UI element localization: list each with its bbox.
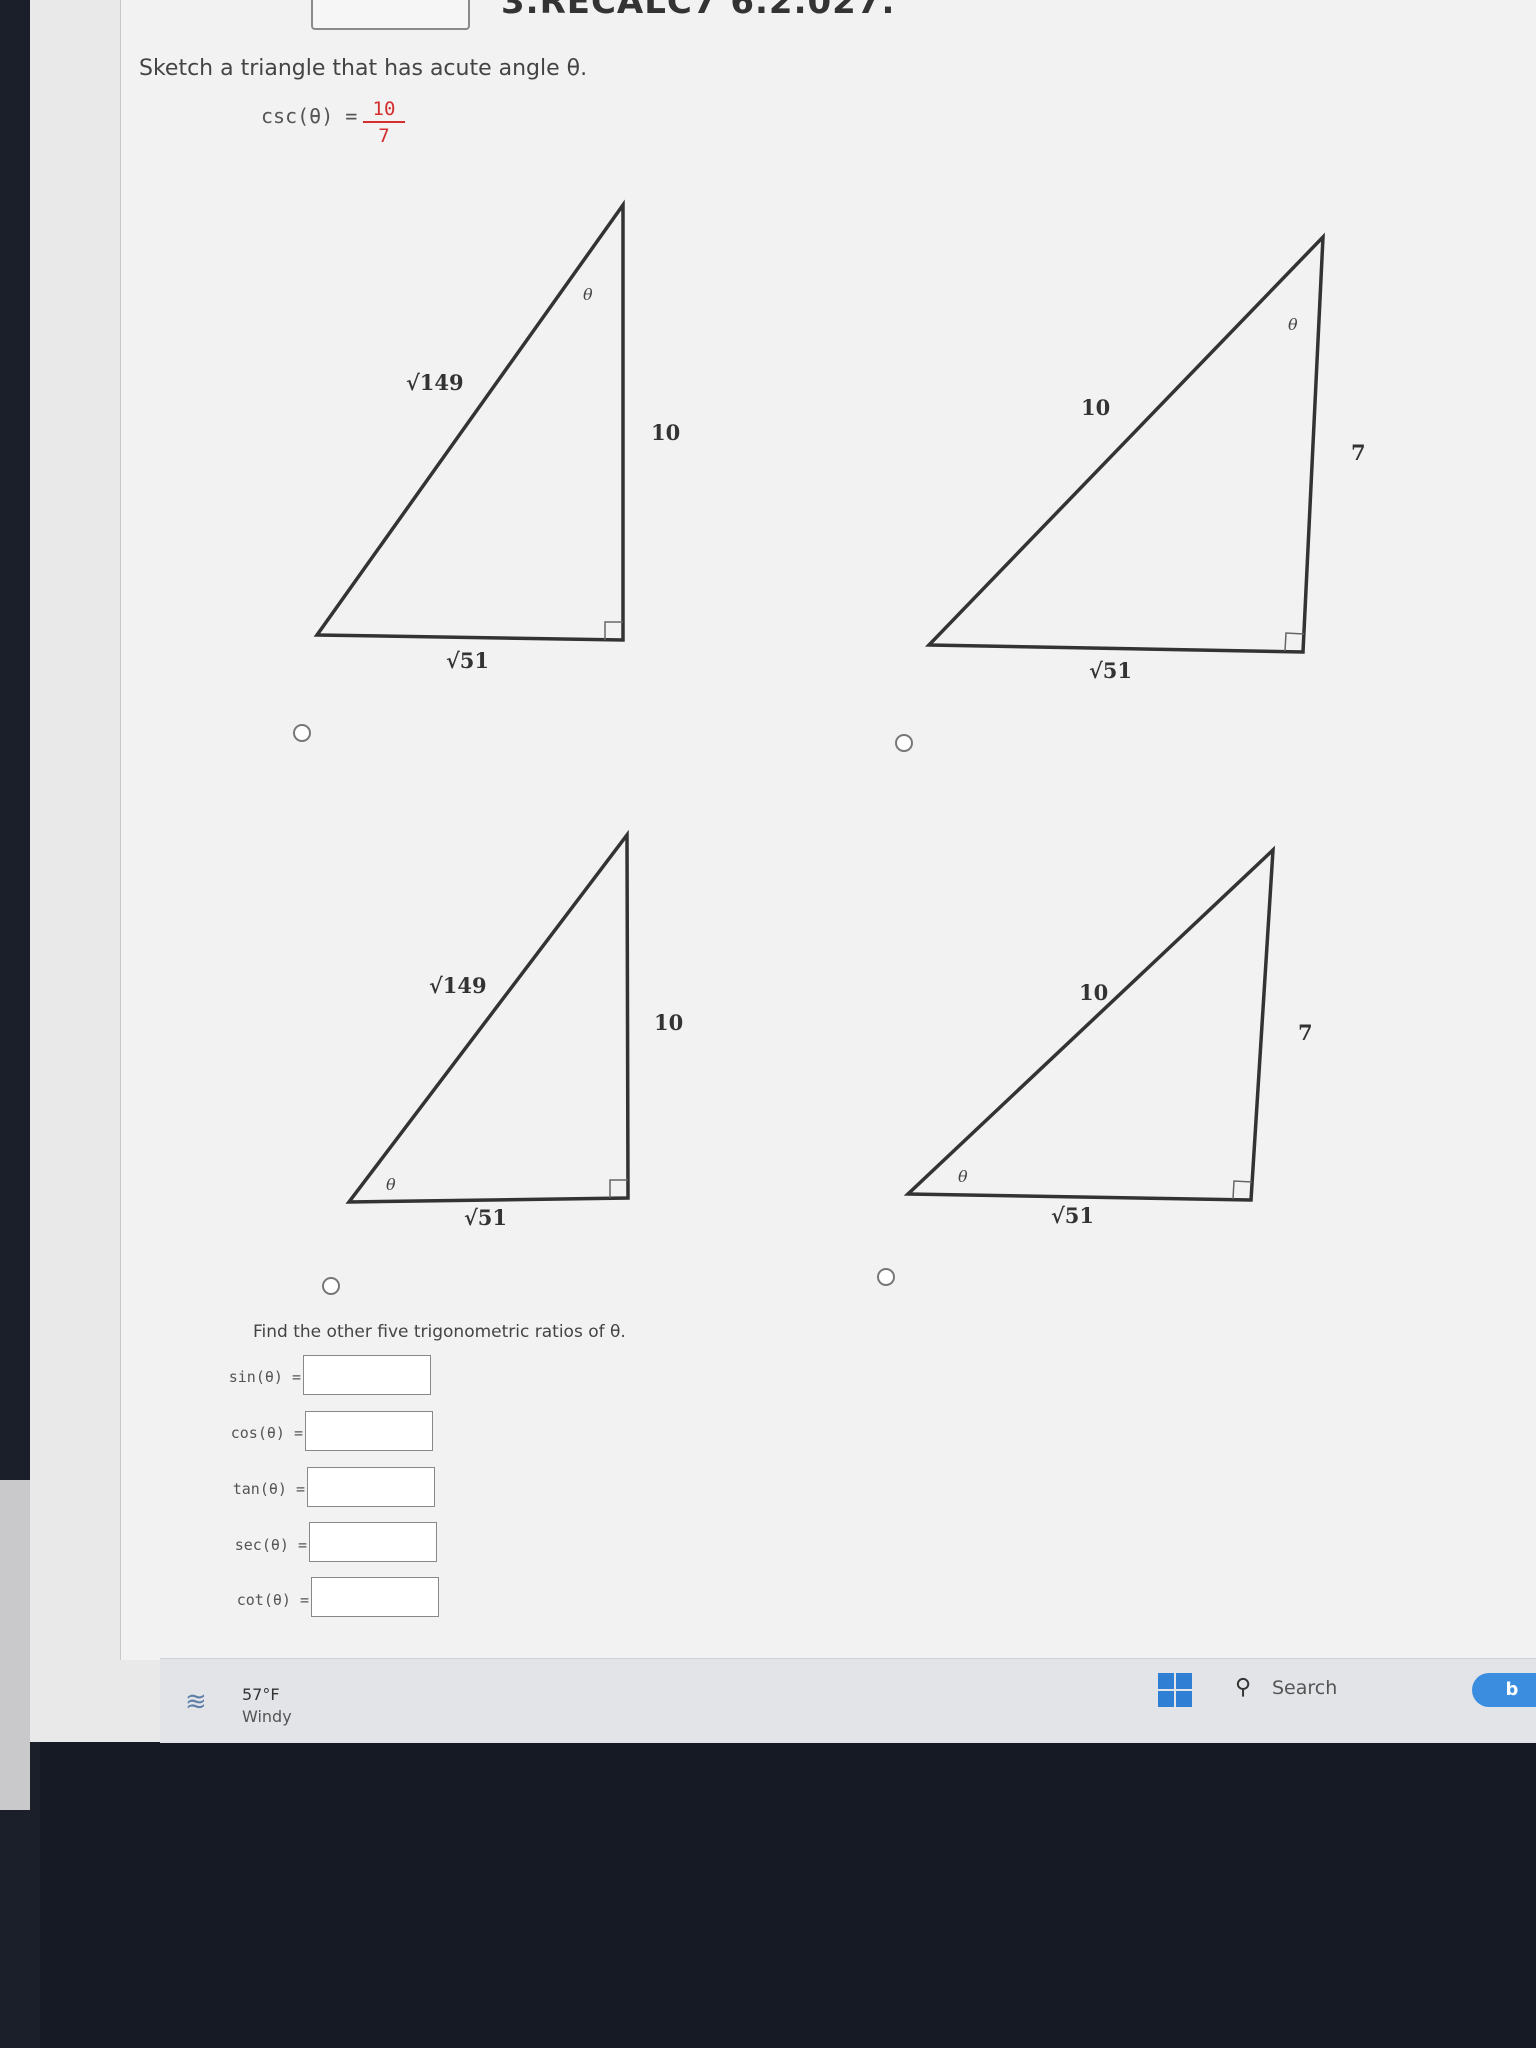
triangle-c-right-angle <box>609 1179 628 1198</box>
triangle-b-hyp-label: 10 <box>1081 395 1110 420</box>
triangle-d-right-angle <box>1232 1180 1253 1200</box>
triangle-b: 10 7 √51 θ <box>924 232 1366 683</box>
wind-icon[interactable]: ≋ <box>185 1687 207 1717</box>
question-page: 3.RECALC7 6.2.027. Sketch a triangle tha… <box>120 0 1536 1660</box>
triangle-a-shape <box>313 199 625 642</box>
triangle-d-base-label: √51 <box>1051 1203 1094 1228</box>
triangle-choices: √149 10 √51 θ 10 7 √51 θ √149 10 √51 θ 1… <box>313 199 1366 1230</box>
triangle-d-shape <box>903 845 1276 1202</box>
triangle-a-hyp-label: √149 <box>406 370 464 395</box>
triangle-b-theta: θ <box>1288 315 1298 334</box>
triangle-b-vert-label: 7 <box>1351 440 1366 465</box>
cot-label: cot(θ) = <box>236 1591 309 1609</box>
triangle-c-hyp-label: √149 <box>429 973 487 998</box>
triangle-a: √149 10 √51 θ <box>313 199 680 673</box>
triangle-b-right-angle <box>1284 632 1305 652</box>
triangle-a-right-angle <box>604 621 623 640</box>
triangle-c: √149 10 √51 θ <box>345 829 683 1230</box>
triangle-d-hyp-label: 10 <box>1079 980 1108 1005</box>
cot-input[interactable] <box>311 1577 439 1617</box>
triangle-c-vert-label: 10 <box>654 1010 683 1035</box>
triangle-a-base-label: √51 <box>446 648 489 673</box>
tan-label: tan(θ) = <box>232 1480 305 1498</box>
taskbar-search[interactable]: Search <box>1272 1677 1337 1699</box>
windows-start-icon[interactable] <box>1158 1673 1192 1707</box>
sin-input[interactable] <box>303 1355 431 1395</box>
triangle-a-vert-label: 10 <box>651 420 680 445</box>
cos-input[interactable] <box>305 1411 433 1451</box>
weather-temperature[interactable]: 57°F <box>242 1685 280 1704</box>
triangle-b-base-label: √51 <box>1089 658 1132 683</box>
screen: 3.RECALC7 6.2.027. Sketch a triangle tha… <box>30 0 1536 1743</box>
cos-label: cos(θ) = <box>230 1424 303 1442</box>
triangle-d-vert-label: 7 <box>1298 1020 1313 1045</box>
choice-b-radio[interactable] <box>895 734 913 752</box>
weather-condition[interactable]: Windy <box>242 1707 292 1726</box>
sec-input[interactable] <box>309 1522 437 1562</box>
triangle-c-theta: θ <box>386 1175 396 1194</box>
ratios-prompt: Find the other five trigonometric ratios… <box>253 1322 626 1342</box>
triangle-a-theta: θ <box>583 285 593 304</box>
taskbar: ≋ 57°F Windy ⚲ Search b <box>160 1658 1536 1743</box>
triangle-c-shape <box>345 829 630 1204</box>
bing-icon[interactable]: b <box>1472 1673 1536 1707</box>
triangle-d: 10 7 √51 θ <box>903 845 1313 1228</box>
triangle-b-shape <box>924 232 1325 654</box>
triangle-c-base-label: √51 <box>464 1205 507 1230</box>
sin-label: sin(θ) = <box>228 1368 301 1386</box>
triangle-d-theta: θ <box>958 1167 968 1186</box>
background-wall <box>0 1480 30 1810</box>
choice-a-radio[interactable] <box>293 724 311 742</box>
choice-d-radio[interactable] <box>877 1268 895 1286</box>
choice-c-radio[interactable] <box>322 1277 340 1295</box>
search-icon[interactable]: ⚲ <box>1235 1675 1251 1700</box>
tan-input[interactable] <box>307 1467 435 1507</box>
sec-label: sec(θ) = <box>234 1536 307 1554</box>
